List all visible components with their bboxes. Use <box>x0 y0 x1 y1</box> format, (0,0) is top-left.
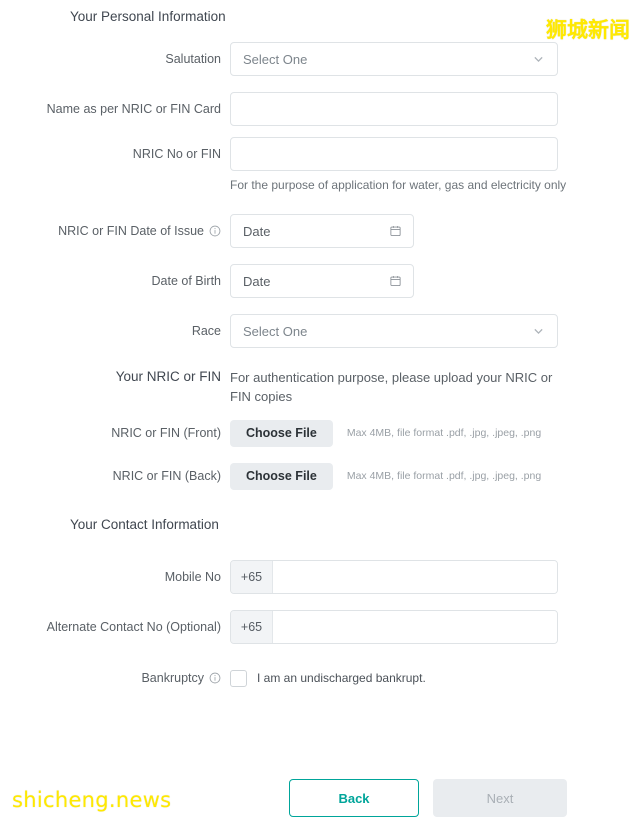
chevron-down-icon <box>532 53 545 66</box>
label-name: Name as per NRIC or FIN Card <box>0 102 230 117</box>
nric-back-upload-row: Choose File Max 4MB, file format .pdf, .… <box>230 462 642 490</box>
label-nric-no: NRIC No or FIN <box>0 137 230 171</box>
dob-placeholder: Date <box>243 273 271 289</box>
label-race: Race <box>0 324 230 339</box>
label-alt-contact-no: Alternate Contact No (Optional) <box>0 620 230 635</box>
nric-upload-description: For authentication purpose, please uploa… <box>230 370 553 404</box>
nric-no-helper-text: For the purpose of application for water… <box>230 178 567 192</box>
alt-contact-no-group: +65 <box>230 610 558 644</box>
nric-back-choose-file-button[interactable]: Choose File <box>230 462 333 490</box>
field-row-nric-front: NRIC or FIN (Front) Choose File Max 4MB,… <box>0 412 642 454</box>
label-bankruptcy: Bankruptcy <box>0 671 230 686</box>
name-input[interactable] <box>230 92 558 126</box>
label-dob-text: Date of Birth <box>151 273 221 288</box>
nric-front-upload-row: Choose File Max 4MB, file format .pdf, .… <box>230 419 642 447</box>
nric-front-choose-file-button[interactable]: Choose File <box>230 419 333 447</box>
nric-back-file-note: Max 4MB, file format .pdf, .jpg, .jpeg, … <box>346 470 542 482</box>
field-row-mobile-no: Mobile No +65 <box>0 552 642 602</box>
field-row-alt-contact-no: Alternate Contact No (Optional) +65 <box>0 602 642 652</box>
label-mobile-no-text: Mobile No <box>164 569 221 584</box>
label-name-text: Name as per NRIC or FIN Card <box>46 101 221 116</box>
alt-contact-no-country-prefix: +65 <box>231 611 273 643</box>
section-heading-personal: Your Personal Information <box>70 9 226 24</box>
field-row-nric-no: NRIC No or FIN For the purpose of applic… <box>0 134 642 206</box>
field-row-salutation: Salutation Select One <box>0 34 642 84</box>
label-nric-issue-date-text: NRIC or FIN Date of Issue <box>58 223 204 238</box>
mobile-no-country-prefix: +65 <box>231 561 273 593</box>
info-icon[interactable] <box>209 225 221 237</box>
field-row-nric-issue-date: NRIC or FIN Date of Issue Date <box>0 206 642 256</box>
label-dob: Date of Birth <box>0 274 230 289</box>
nric-issue-date-placeholder: Date <box>243 223 271 239</box>
back-button[interactable]: Back <box>289 779 419 817</box>
label-nric-back: NRIC or FIN (Back) <box>0 469 230 484</box>
label-mobile-no: Mobile No <box>0 570 230 585</box>
field-row-race: Race Select One <box>0 306 642 356</box>
section-heading-contact: Your Contact Information <box>70 517 219 532</box>
field-row-dob: Date of Birth Date <box>0 256 642 306</box>
section-nric-upload: Your NRIC or FIN For authentication purp… <box>0 356 642 412</box>
bankruptcy-checkbox-label[interactable]: I am an undischarged bankrupt. <box>257 671 426 685</box>
label-race-text: Race <box>191 323 221 338</box>
form-footer: Back Next <box>0 779 642 817</box>
section-heading-nric-upload-wrap: Your NRIC or FIN <box>0 368 230 384</box>
dob-input[interactable]: Date <box>230 264 414 298</box>
field-row-nric-back: NRIC or FIN (Back) Choose File Max 4MB, … <box>0 454 642 498</box>
salutation-select[interactable]: Select One <box>230 42 558 76</box>
mobile-no-group: +65 <box>230 560 558 594</box>
label-nric-issue-date: NRIC or FIN Date of Issue <box>0 224 230 239</box>
label-bankruptcy-text: Bankruptcy <box>141 670 204 685</box>
bankruptcy-checkbox[interactable] <box>230 669 247 687</box>
label-nric-front: NRIC or FIN (Front) <box>0 426 230 441</box>
calendar-icon[interactable] <box>389 225 402 238</box>
alt-contact-no-input[interactable] <box>273 611 557 643</box>
race-select[interactable]: Select One <box>230 314 558 348</box>
nric-front-file-note: Max 4MB, file format .pdf, .jpg, .jpeg, … <box>346 427 542 439</box>
label-nric-no-text: NRIC No or FIN <box>132 146 221 161</box>
section-personal-information: Your Personal Information <box>0 0 642 34</box>
calendar-icon[interactable] <box>389 275 402 288</box>
label-alt-contact-no-text: Alternate Contact No (Optional) <box>46 619 221 634</box>
label-salutation-text: Salutation <box>165 51 221 66</box>
nric-issue-date-input[interactable]: Date <box>230 214 414 248</box>
personal-info-form: Your Personal Information Salutation Sel… <box>0 0 642 704</box>
section-contact-information: Your Contact Information <box>0 498 642 552</box>
next-button[interactable]: Next <box>433 779 567 817</box>
mobile-no-input[interactable] <box>273 561 557 593</box>
section-heading-nric-upload: Your NRIC or FIN <box>115 369 221 384</box>
label-salutation: Salutation <box>0 52 230 67</box>
info-icon[interactable] <box>209 672 221 684</box>
nric-no-input[interactable] <box>230 137 558 171</box>
race-placeholder: Select One <box>243 323 308 339</box>
label-nric-back-text: NRIC or FIN (Back) <box>112 468 221 483</box>
salutation-placeholder: Select One <box>243 51 308 67</box>
field-row-bankruptcy: Bankruptcy I am an undischarged bankrupt… <box>0 652 642 704</box>
field-row-name: Name as per NRIC or FIN Card <box>0 84 642 134</box>
form-page: 狮城新闻 shicheng.news Your Personal Informa… <box>0 0 642 826</box>
chevron-down-icon <box>532 325 545 338</box>
bankruptcy-checkbox-row: I am an undischarged bankrupt. <box>230 669 642 687</box>
label-nric-front-text: NRIC or FIN (Front) <box>111 425 221 440</box>
